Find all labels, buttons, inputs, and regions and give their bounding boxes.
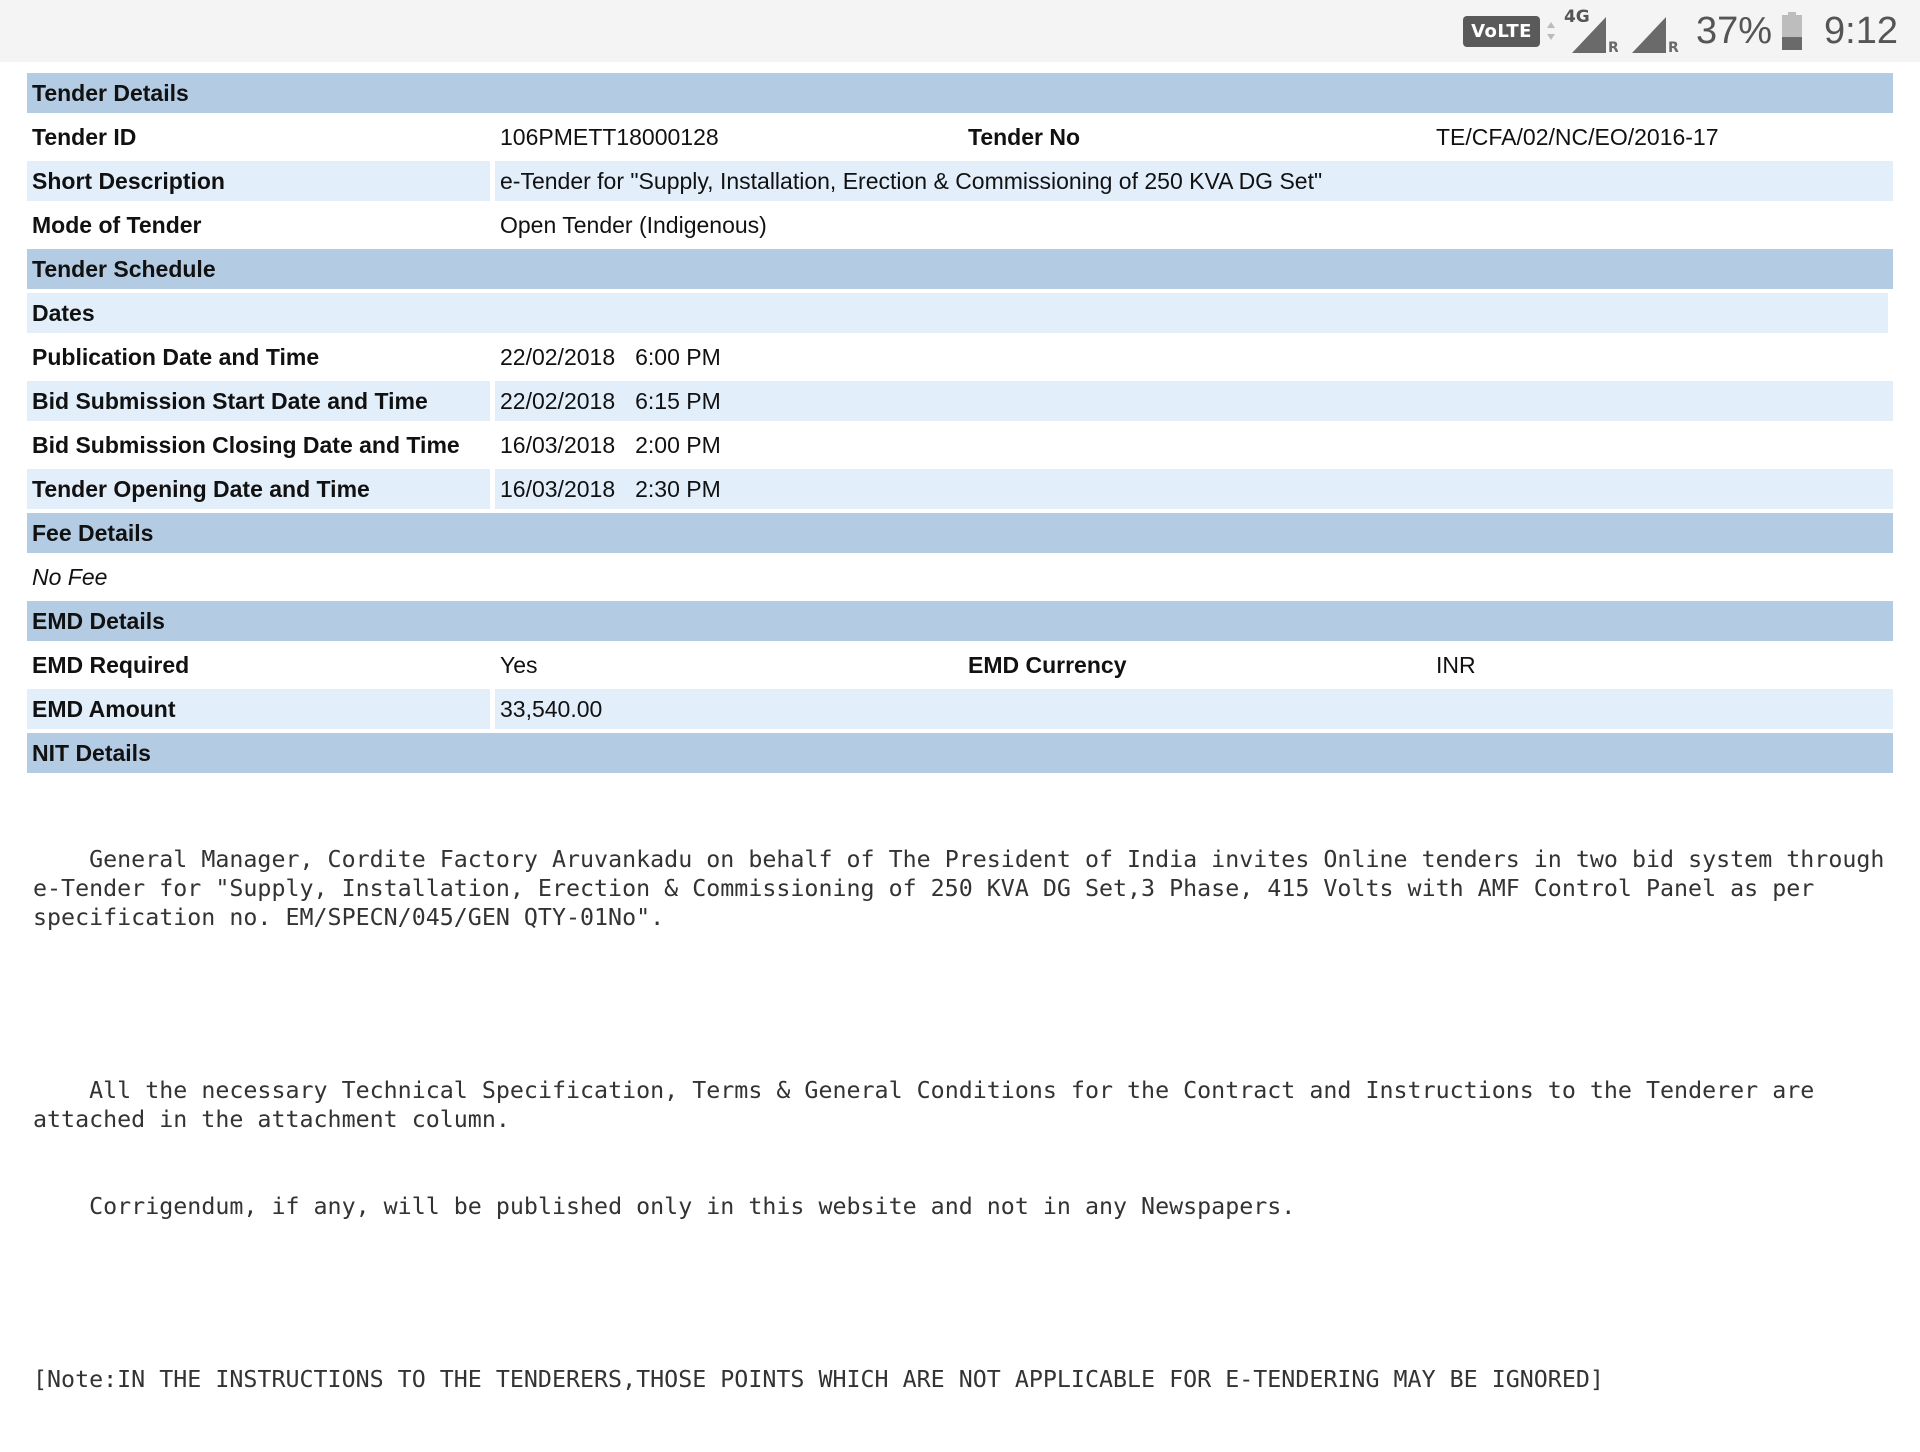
table-row: No Fee	[27, 557, 1894, 597]
table-row: EMD Required Yes EMD Currency INR	[27, 645, 1894, 685]
date-text: 16/03/2018	[500, 476, 616, 502]
clock: 9:12	[1824, 9, 1898, 52]
tender-id-value: 106PMETT18000128	[495, 117, 963, 157]
nit-paragraph: All the necessary Technical Specificatio…	[33, 1077, 1829, 1133]
emd-currency-value: INR	[1431, 645, 1894, 685]
tender-opening-date-label: Tender Opening Date and Time	[27, 469, 495, 509]
nit-note: [Note:IN THE INSTRUCTIONS TO THE TENDERE…	[33, 1366, 1604, 1393]
emd-amount-value: 33,540.00	[495, 689, 1894, 729]
status-icons: VoLTE 4G R R 37% 9:12	[1463, 0, 1898, 62]
table-row: Dates	[27, 293, 1894, 333]
emd-required-label: EMD Required	[27, 645, 495, 685]
emd-required-value: Yes	[495, 645, 963, 685]
signal-icon: R	[1628, 9, 1680, 53]
tender-no-label: Tender No	[963, 117, 1431, 157]
publication-date-value: 22/02/2018 6:00 PM	[495, 337, 1894, 377]
battery-percentage: 37%	[1695, 9, 1773, 52]
table-row: Publication Date and Time 22/02/2018 6:00…	[27, 337, 1894, 377]
table-row: Bid Submission Start Date and Time 22/02…	[27, 381, 1894, 421]
publication-date-label: Publication Date and Time	[27, 337, 495, 377]
tender-table: Tender Details Tender ID 106PMETT1800012…	[27, 69, 1894, 777]
signal-4g-icon: 4G R	[1564, 7, 1618, 53]
section-title: Tender Schedule	[27, 249, 1894, 289]
svg-text:R: R	[1608, 40, 1618, 53]
section-title: Fee Details	[27, 513, 1894, 553]
date-text: 22/02/2018	[500, 344, 616, 370]
status-bar: VoLTE 4G R R 37% 9:12	[0, 0, 1920, 62]
mode-of-tender-label: Mode of Tender	[27, 205, 495, 245]
section-header-emd-details: EMD Details	[27, 601, 1894, 641]
table-row: Tender ID 106PMETT18000128 Tender No TE/…	[27, 117, 1894, 157]
bid-start-date-label: Bid Submission Start Date and Time	[27, 381, 495, 421]
fee-value: No Fee	[27, 557, 1894, 597]
dates-subheading: Dates	[27, 293, 1894, 333]
time-text: 6:15 PM	[635, 388, 721, 414]
roaming-indicator: R	[1668, 40, 1679, 53]
table-row: Tender Opening Date and Time 16/03/2018 2…	[27, 469, 1894, 509]
date-text: 16/03/2018	[500, 432, 616, 458]
volte-icon: VoLTE	[1463, 15, 1540, 47]
section-header-nit-details: NIT Details	[27, 733, 1894, 773]
table-row: Short Description e-Tender for "Supply, …	[27, 161, 1894, 201]
short-description-value: e-Tender for "Supply, Installation, Erec…	[495, 161, 1894, 201]
data-activity-icon	[1546, 18, 1556, 44]
battery-icon	[1782, 12, 1803, 50]
section-header-tender-details: Tender Details	[27, 73, 1894, 113]
section-title: Tender Details	[27, 73, 1894, 113]
tender-no-value: TE/CFA/02/NC/EO/2016-17	[1431, 117, 1894, 157]
bid-closing-date-label: Bid Submission Closing Date and Time	[27, 425, 495, 465]
tender-id-label: Tender ID	[27, 117, 495, 157]
section-title: NIT Details	[27, 733, 1894, 773]
section-title: EMD Details	[27, 601, 1894, 641]
short-description-label: Short Description	[27, 161, 495, 201]
mode-of-tender-value: Open Tender (Indigenous)	[495, 205, 1894, 245]
table-row: Bid Submission Closing Date and Time 16/…	[27, 425, 1894, 465]
time-text: 6:00 PM	[635, 344, 721, 370]
date-text: 22/02/2018	[500, 388, 616, 414]
nit-text: General Manager, Cordite Factory Aruvank…	[33, 787, 1893, 1452]
time-text: 2:30 PM	[635, 476, 721, 502]
bid-closing-date-value: 16/03/2018 2:00 PM	[495, 425, 1894, 465]
nit-paragraph: Corrigendum, if any, will be published o…	[33, 1193, 1296, 1220]
emd-amount-label: EMD Amount	[27, 689, 495, 729]
bid-start-date-value: 22/02/2018 6:15 PM	[495, 381, 1894, 421]
time-text: 2:00 PM	[635, 432, 721, 458]
tender-opening-date-value: 16/03/2018 2:30 PM	[495, 469, 1894, 509]
table-row: Mode of Tender Open Tender (Indigenous)	[27, 205, 1894, 245]
table-row: EMD Amount 33,540.00	[27, 689, 1894, 729]
section-header-tender-schedule: Tender Schedule	[27, 249, 1894, 289]
section-header-fee-details: Fee Details	[27, 513, 1894, 553]
tender-page: Tender Details Tender ID 106PMETT1800012…	[27, 69, 1894, 1452]
emd-currency-label: EMD Currency	[963, 645, 1431, 685]
nit-paragraph: General Manager, Cordite Factory Aruvank…	[33, 846, 1899, 931]
